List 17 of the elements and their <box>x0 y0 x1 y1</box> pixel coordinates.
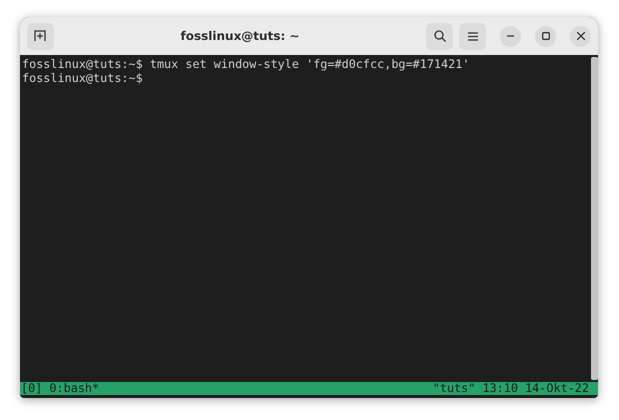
maximize-button[interactable] <box>535 26 556 46</box>
close-icon <box>576 32 584 40</box>
scrollbar[interactable] <box>591 57 598 380</box>
new-tab-button[interactable] <box>27 22 54 50</box>
terminal-line: fosslinux@tuts:~$ <box>22 71 143 85</box>
new-tab-icon <box>34 30 47 42</box>
status-left: [0] 0:bash* <box>21 382 100 395</box>
status-right: "tuts" 13:10 14-Okt-22 <box>432 382 589 395</box>
menu-icon <box>468 32 478 40</box>
minimize-icon <box>507 35 514 37</box>
window-title: fosslinux@tuts: ~ <box>180 29 300 43</box>
terminal-line: fosslinux@tuts:~$ tmux set window-style 'fg=#d0cfcc,bg=#171421' <box>22 57 470 71</box>
search-button[interactable] <box>426 22 453 50</box>
menu-button[interactable] <box>459 22 486 50</box>
close-button[interactable] <box>570 26 591 46</box>
search-icon <box>434 30 446 42</box>
maximize-icon <box>542 32 550 40</box>
